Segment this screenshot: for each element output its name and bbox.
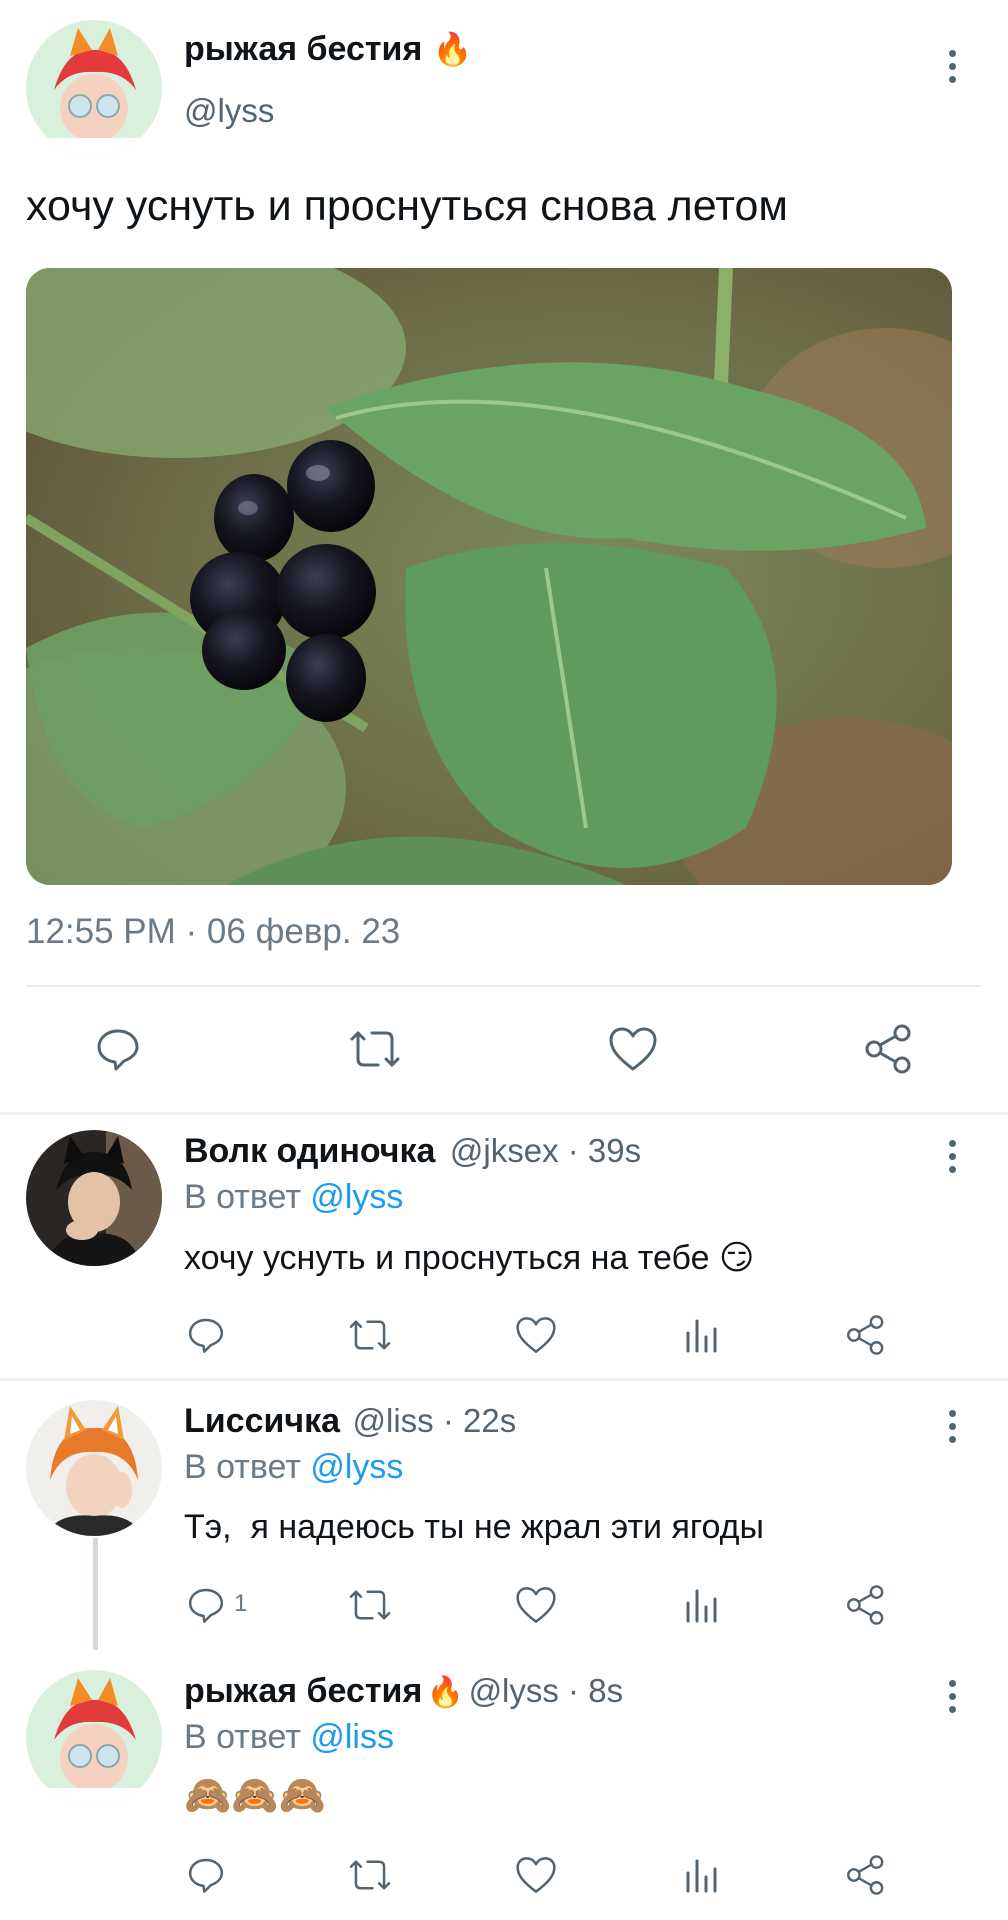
heart-icon[interactable] — [514, 1585, 558, 1630]
author-avatar[interactable] — [26, 20, 162, 156]
retweet-icon[interactable] — [346, 1025, 404, 1078]
reply-icon[interactable] — [94, 1025, 142, 1078]
section-divider — [0, 1378, 1008, 1381]
share-icon[interactable] — [862, 1023, 916, 1080]
divider — [26, 985, 981, 987]
author-name-row: рыжая бестия 🔥 — [184, 30, 473, 69]
replying-to-link[interactable]: @liss — [310, 1718, 394, 1756]
reply-text: 🙈🙈🙈 — [184, 1775, 326, 1817]
reply-icon[interactable] — [186, 1315, 226, 1360]
reply-avatar[interactable] — [26, 1400, 162, 1536]
reply-header: рыжая бестия 🔥 @lyss · 8s — [184, 1672, 623, 1711]
share-icon[interactable] — [844, 1314, 888, 1361]
more-icon[interactable] — [942, 1140, 962, 1179]
reply-icon[interactable] — [186, 1855, 226, 1900]
reply-header: Волк одиночка @jksex · 39s — [184, 1132, 641, 1171]
heart-icon[interactable] — [607, 1025, 659, 1078]
retweet-icon[interactable] — [346, 1315, 394, 1360]
reply-author-name[interactable]: Волк одиночка — [184, 1132, 435, 1170]
fire-emoji: 🔥 — [426, 1676, 465, 1709]
heart-icon[interactable] — [514, 1855, 558, 1900]
author-name[interactable]: рыжая бестия — [184, 30, 422, 68]
replying-to-label: В ответ — [184, 1448, 301, 1486]
share-icon[interactable] — [844, 1854, 888, 1901]
replying-to-link[interactable]: @lyss — [310, 1448, 403, 1486]
reply-count: 1 — [234, 1590, 248, 1617]
thread-line — [93, 1538, 98, 1650]
replying-to-link[interactable]: @lyss — [310, 1178, 403, 1216]
reply-header: Lиссичка @liss · 22s — [184, 1402, 516, 1441]
reply-handle-time[interactable]: @lyss · 8s — [469, 1672, 624, 1709]
replying-to: В ответ @lyss — [184, 1178, 403, 1217]
retweet-icon[interactable] — [346, 1585, 394, 1630]
retweet-icon[interactable] — [346, 1855, 394, 1900]
reply-handle-time[interactable]: @liss · 22s — [353, 1402, 517, 1439]
share-icon[interactable] — [844, 1584, 888, 1631]
smirk-emoji: 😏 — [718, 1239, 755, 1277]
reply-icon[interactable] — [186, 1585, 226, 1630]
tweet-photo[interactable] — [26, 268, 952, 885]
fire-emoji: 🔥 — [432, 31, 473, 67]
replying-to: В ответ @liss — [184, 1718, 394, 1757]
reply-avatar[interactable] — [26, 1670, 162, 1806]
section-divider — [0, 1112, 1008, 1115]
heart-icon[interactable] — [514, 1315, 558, 1360]
views-icon[interactable] — [682, 1855, 722, 1900]
tweet-timestamp: 12:55 PM · 06 февр. 23 — [26, 912, 401, 951]
reply-avatar[interactable] — [26, 1130, 162, 1266]
reply-handle-time[interactable]: @jksex · 39s — [450, 1132, 641, 1169]
replying-to-label: В ответ — [184, 1718, 301, 1756]
tweet-text: хочу уснуть и проснуться снова летом — [26, 182, 788, 230]
replying-to-label: В ответ — [184, 1178, 301, 1216]
reply-author-name[interactable]: Lиссичка — [184, 1402, 340, 1440]
reply-text: Тэ, я надеюсь ты не жрал эти ягоды — [184, 1508, 764, 1546]
replying-to: В ответ @lyss — [184, 1448, 403, 1487]
author-handle[interactable]: @lyss — [184, 92, 274, 130]
reply-text-row: хочу уснуть и проснуться на тебе 😏 — [184, 1238, 754, 1278]
reply-text: хочу уснуть и проснуться на тебе — [184, 1239, 710, 1277]
reply-author-name[interactable]: рыжая бестия — [184, 1672, 422, 1710]
views-icon[interactable] — [682, 1315, 722, 1360]
more-icon[interactable] — [942, 1410, 962, 1449]
more-icon[interactable] — [942, 1680, 962, 1719]
more-icon[interactable] — [942, 50, 962, 89]
views-icon[interactable] — [682, 1585, 722, 1630]
